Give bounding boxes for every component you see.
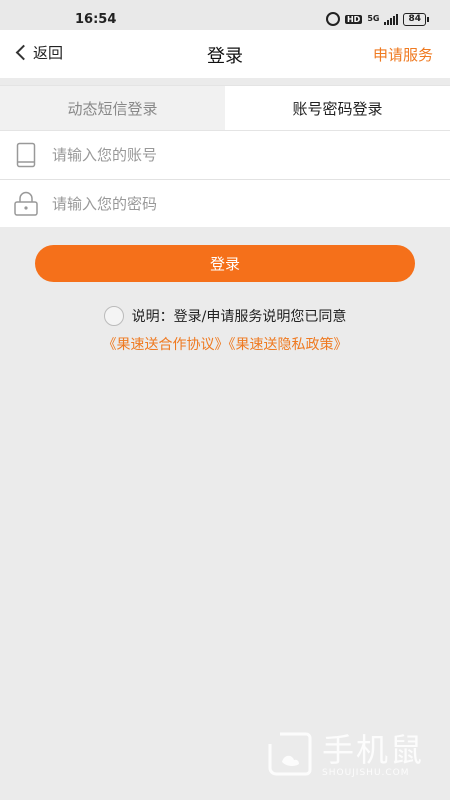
- status-time: 16:54: [75, 12, 117, 27]
- account-input[interactable]: [52, 146, 412, 164]
- alarm-icon: [325, 12, 340, 26]
- hd-icon: HD: [344, 14, 363, 24]
- watermark: 手机鼠 SHOUJISHU.COM: [266, 730, 424, 780]
- signal-icon: [384, 13, 399, 25]
- login-tabs: 动态短信登录 账号密码登录: [0, 85, 450, 131]
- watermark-en: SHOUJISHU.COM: [322, 768, 410, 778]
- lock-icon: [0, 191, 52, 217]
- nav-bar: 返回 登录 申请服务: [0, 30, 450, 78]
- password-row: [0, 179, 450, 227]
- agreement-text: 说明：登录/申请服务说明您已同意: [131, 309, 347, 325]
- apply-service-button[interactable]: 申请服务: [373, 44, 433, 65]
- phone-icon: [0, 142, 52, 168]
- account-row: [0, 131, 450, 179]
- status-bar: 16:54 HD 5G 84: [0, 0, 450, 30]
- login-button[interactable]: 登录: [35, 245, 415, 282]
- watermark-text: 手机鼠 SHOUJISHU.COM: [322, 732, 424, 778]
- watermark-cn: 手机鼠: [322, 731, 425, 769]
- mouse-logo-icon: [268, 732, 312, 776]
- status-icons: HD 5G 84: [325, 12, 429, 26]
- tab-sms-login[interactable]: 动态短信登录: [0, 86, 225, 130]
- password-input[interactable]: [52, 194, 412, 213]
- agree-checkbox[interactable]: [103, 306, 124, 326]
- battery-icon: 84: [403, 12, 429, 26]
- login-form: [0, 131, 450, 227]
- tab-password-login[interactable]: 账号密码登录: [225, 86, 450, 130]
- cooperation-agreement-link[interactable]: 《果速送合作协议》: [103, 337, 229, 353]
- privacy-policy-link[interactable]: 《果速送隐私政策》: [229, 337, 348, 353]
- agreement-row: 说明：登录/申请服务说明您已同意: [0, 306, 450, 326]
- network-label: 5G: [367, 14, 380, 23]
- policy-links: 《果速送合作协议》《果速送隐私政策》: [0, 334, 450, 354]
